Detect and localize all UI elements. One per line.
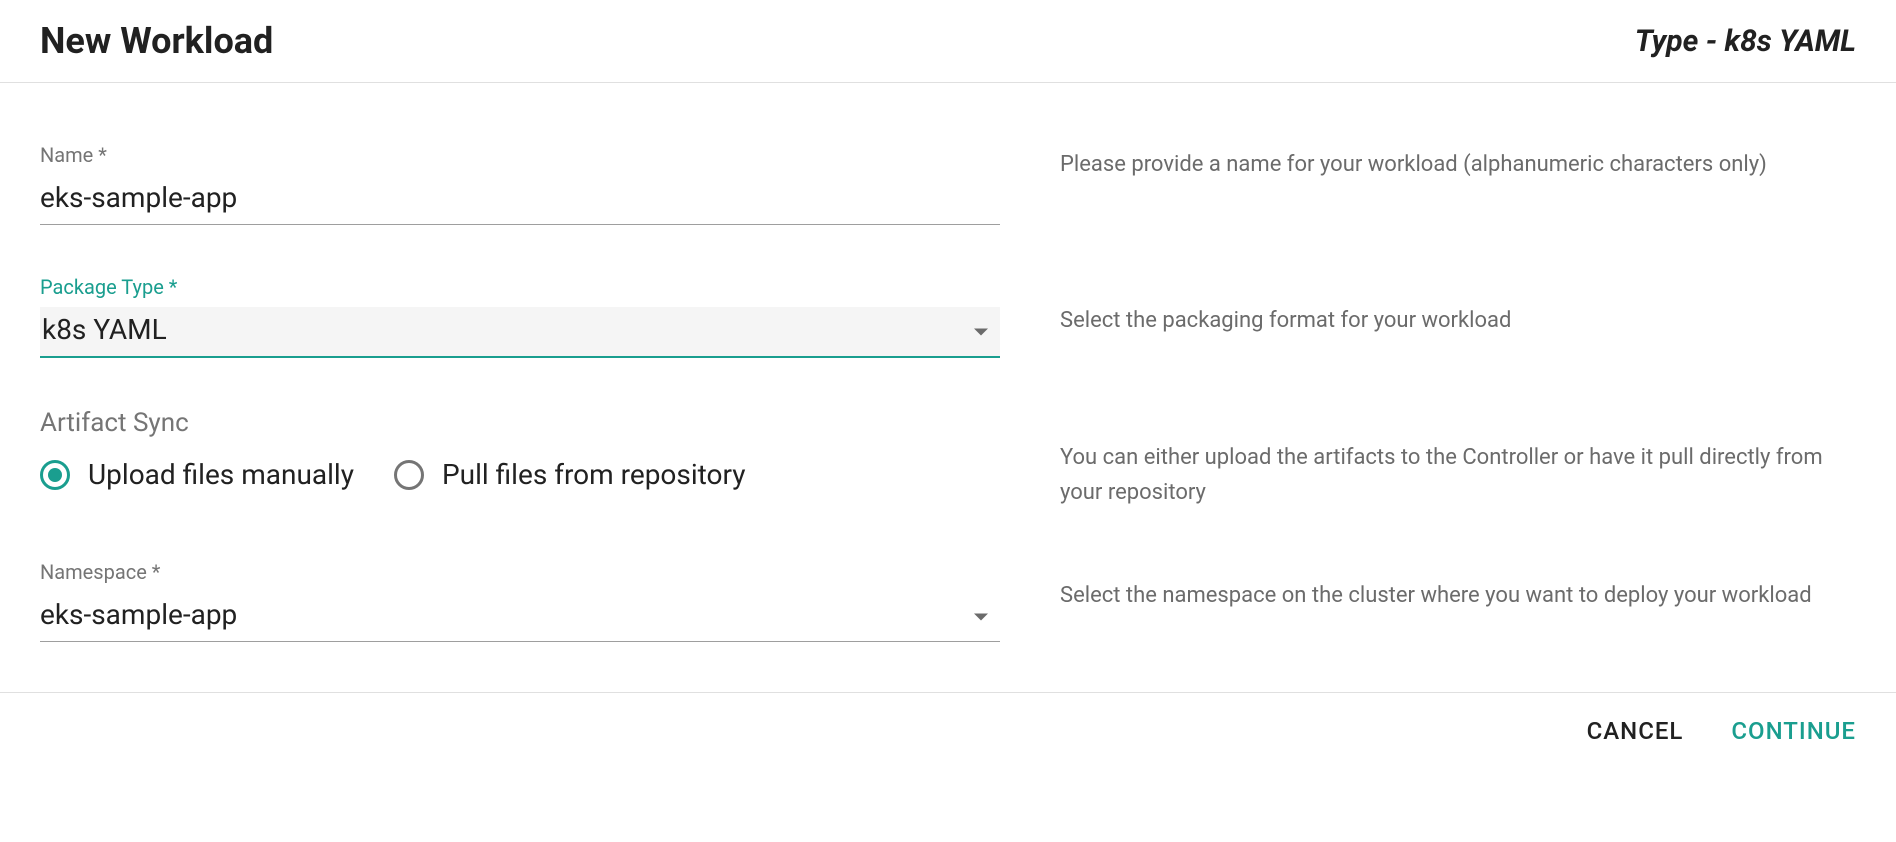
package-type-row: Package Type * k8s YAML Select the packa…: [40, 275, 1856, 358]
namespace-select[interactable]: eks-sample-app: [40, 592, 1000, 642]
radio-upload-label: Upload files manually: [88, 458, 354, 491]
chevron-down-icon: [974, 613, 988, 620]
artifact-sync-helper-text: You can either upload the artifacts to t…: [1060, 440, 1856, 510]
dialog-footer: CANCEL CONTINUE: [0, 692, 1896, 769]
namespace-value: eks-sample-app: [40, 598, 237, 631]
dialog-header: New Workload Type - k8s YAML: [0, 0, 1896, 83]
radio-selected-icon: [40, 460, 70, 490]
radio-unselected-icon: [394, 460, 424, 490]
cancel-button[interactable]: CANCEL: [1587, 717, 1684, 745]
name-input[interactable]: [40, 175, 1000, 225]
package-type-value: k8s YAML: [42, 313, 167, 346]
package-type-label: Package Type *: [40, 275, 1000, 299]
package-type-helper-text: Select the packaging format for your wor…: [1060, 303, 1856, 338]
chevron-down-icon: [974, 328, 988, 335]
radio-pull-repository[interactable]: Pull files from repository: [394, 458, 746, 491]
package-type-select[interactable]: k8s YAML: [40, 307, 1000, 358]
artifact-sync-radio-group: Upload files manually Pull files from re…: [40, 458, 1000, 491]
radio-pull-label: Pull files from repository: [442, 458, 746, 491]
namespace-row: Namespace * eks-sample-app Select the na…: [40, 560, 1856, 642]
continue-button[interactable]: CONTINUE: [1731, 717, 1856, 745]
namespace-helper-text: Select the namespace on the cluster wher…: [1060, 578, 1856, 613]
name-row: Name * Please provide a name for your wo…: [40, 143, 1856, 225]
artifact-sync-heading: Artifact Sync: [40, 408, 1000, 438]
artifact-sync-row: Artifact Sync Upload files manually Pull…: [40, 408, 1856, 510]
namespace-label: Namespace *: [40, 560, 1000, 584]
workload-type-label: Type - k8s YAML: [1635, 24, 1856, 59]
page-title: New Workload: [40, 20, 273, 62]
form-content: Name * Please provide a name for your wo…: [0, 83, 1896, 692]
name-helper-text: Please provide a name for your workload …: [1060, 147, 1856, 182]
radio-upload-manually[interactable]: Upload files manually: [40, 458, 354, 491]
name-label: Name *: [40, 143, 1000, 167]
